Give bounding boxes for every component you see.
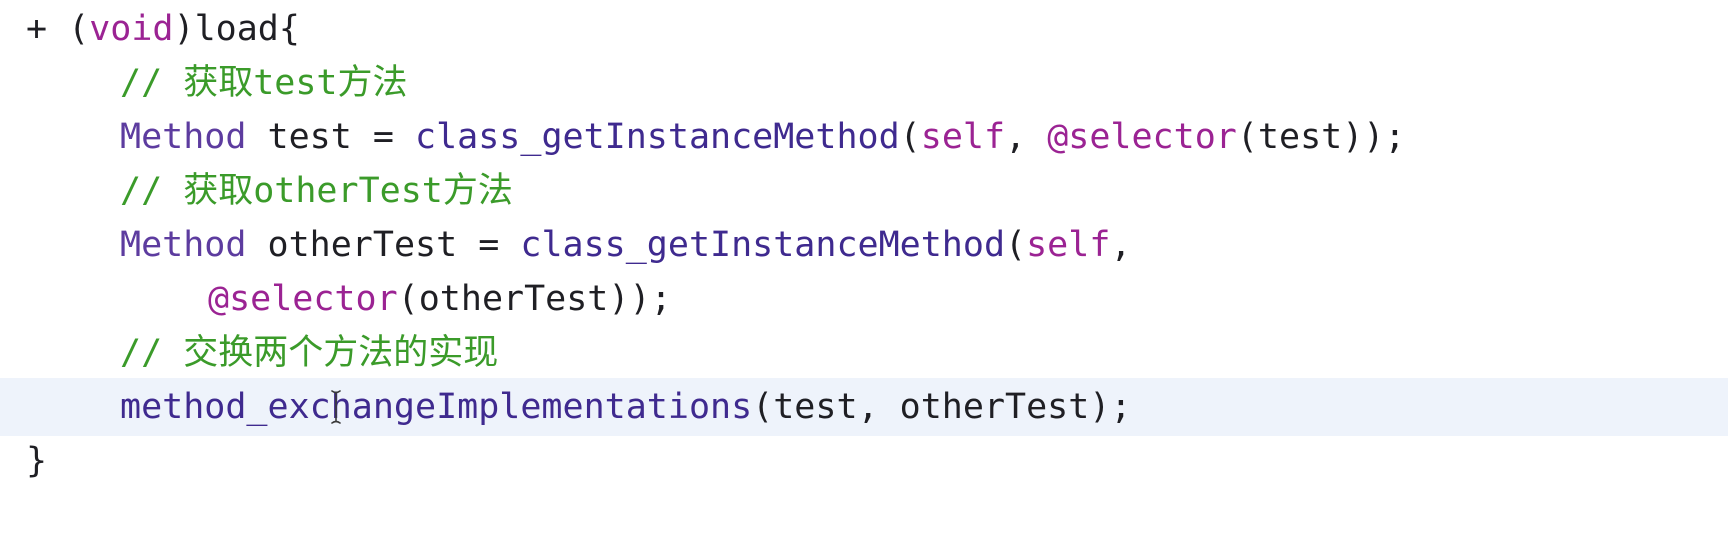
code-line[interactable]: Method otherTest = class_getInstanceMeth… bbox=[0, 216, 1728, 274]
code-token: self bbox=[1026, 225, 1111, 265]
code-line[interactable]: // 交换两个方法的实现 bbox=[0, 324, 1728, 382]
code-token: ( bbox=[1005, 225, 1027, 265]
code-token: // 获取test方法 bbox=[120, 63, 408, 103]
code-token: (test, otherTest); bbox=[752, 387, 1132, 427]
code-token: (test)); bbox=[1236, 117, 1406, 157]
text-cursor-icon bbox=[330, 390, 342, 424]
code-token: + ( bbox=[26, 9, 90, 49]
code-text[interactable]: // 获取test方法 bbox=[120, 54, 408, 112]
code-line[interactable]: // 获取otherTest方法 bbox=[0, 162, 1728, 220]
code-token: )load{ bbox=[173, 9, 300, 49]
code-token: ( bbox=[899, 117, 921, 157]
code-token: self bbox=[920, 117, 1006, 157]
code-line[interactable]: Method test = class_getInstanceMethod(se… bbox=[0, 108, 1728, 166]
code-text[interactable]: Method test = class_getInstanceMethod(se… bbox=[120, 108, 1405, 166]
code-token: otherTest = bbox=[246, 225, 521, 265]
code-line[interactable]: method_exchangeImplementations(test, oth… bbox=[0, 378, 1728, 436]
code-token: Method bbox=[120, 117, 247, 157]
code-token: Method bbox=[120, 225, 247, 265]
code-text[interactable]: } bbox=[26, 432, 47, 490]
code-line[interactable]: + (void)load{ bbox=[0, 0, 1728, 58]
code-line[interactable]: @selector(otherTest)); bbox=[0, 270, 1728, 328]
code-token: class_getInstanceMethod bbox=[520, 225, 1006, 265]
code-token: (otherTest)); bbox=[397, 279, 672, 319]
code-token: void bbox=[89, 9, 174, 49]
code-token: // 交换两个方法的实现 bbox=[120, 333, 499, 373]
code-token: // 获取otherTest方法 bbox=[120, 171, 513, 211]
code-line[interactable]: } bbox=[0, 432, 1728, 490]
code-token: @selector bbox=[1047, 117, 1237, 157]
code-text[interactable]: // 获取otherTest方法 bbox=[120, 162, 513, 220]
code-token: test = bbox=[246, 117, 416, 157]
code-token: , bbox=[1005, 117, 1048, 157]
code-editor[interactable]: + (void)load{ // 获取test方法 Method test = cl… bbox=[0, 0, 1728, 554]
code-text[interactable]: // 交换两个方法的实现 bbox=[120, 324, 498, 382]
code-line[interactable]: // 获取test方法 bbox=[0, 54, 1728, 112]
code-token: @selector bbox=[208, 279, 398, 319]
code-text[interactable]: method_exchangeImplementations(test, oth… bbox=[120, 378, 1131, 436]
code-token: , bbox=[1110, 225, 1132, 265]
code-text[interactable]: @selector(otherTest)); bbox=[208, 270, 672, 328]
code-text[interactable]: + (void)load{ bbox=[26, 0, 300, 58]
code-token: class_getInstanceMethod bbox=[415, 117, 900, 157]
code-token: } bbox=[26, 441, 48, 481]
code-text[interactable]: Method otherTest = class_getInstanceMeth… bbox=[120, 216, 1131, 274]
code-token: method_exchangeImplementations bbox=[120, 387, 753, 427]
